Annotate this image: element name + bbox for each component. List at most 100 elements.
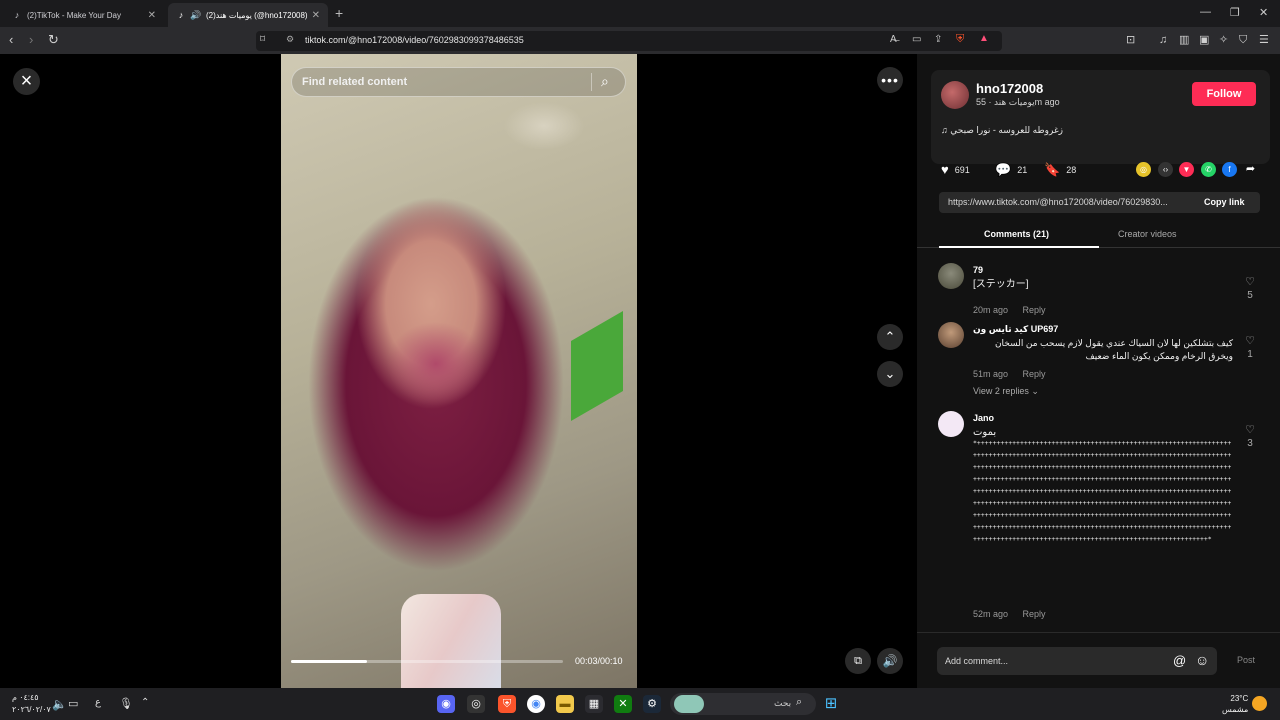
file-explorer-icon[interactable]: ▬ <box>556 695 574 713</box>
comment-like-count: 1 <box>1247 349 1253 360</box>
steam-icon[interactable]: ⚙ <box>643 695 661 713</box>
taskbar-search[interactable]: بحث ⌕ <box>670 693 816 715</box>
video-player[interactable] <box>281 54 637 688</box>
embed-icon[interactable]: ‹› <box>1158 162 1173 177</box>
address-bar[interactable]: ⌑ ⚙ tiktok.com/@hno172008/video/76029830… <box>256 31 1002 51</box>
store-icon[interactable]: ▦ <box>585 695 603 713</box>
browser-tab[interactable]: ♪ (2)TikTok - Make Your Day ✕ <box>4 3 164 27</box>
whatsapp-icon[interactable]: ✆ <box>1201 162 1216 177</box>
send-icon[interactable]: ▼ <box>1179 162 1194 177</box>
volume-icon[interactable]: 🔈 <box>52 697 67 711</box>
speaker-icon[interactable]: 🔊 <box>190 10 201 20</box>
reply-button[interactable]: Reply <box>1023 609 1046 619</box>
minimize-button[interactable]: — <box>1200 6 1211 18</box>
volume-button[interactable]: 🔊 <box>877 648 903 674</box>
menu-icon[interactable]: ☰ <box>1259 32 1269 48</box>
share-link-text[interactable]: https://www.tiktok.com/@hno172008/video/… <box>948 197 1193 207</box>
pip-button[interactable]: ⧉ <box>845 648 871 674</box>
translate-icon[interactable]: A̶ <box>890 34 897 45</box>
window-close-button[interactable]: ✕ <box>1259 6 1268 19</box>
comment-username[interactable]: 79 <box>973 265 983 275</box>
cast-icon[interactable]: ▭ <box>912 34 921 45</box>
windows-start-icon[interactable]: ⊞ <box>822 695 840 713</box>
share-icon[interactable]: ⇪ <box>934 34 942 45</box>
previous-video-button[interactable]: ⌃ <box>877 324 903 350</box>
related-search-box[interactable]: Find related content ⌕ <box>291 67 626 97</box>
language-indicator[interactable]: ع <box>95 697 101 708</box>
comments-list[interactable]: 79 [ステッカー] 20m ago Reply ♡ 5 كيد تايس ون… <box>917 254 1280 630</box>
rewards-icon[interactable]: ▲ <box>979 33 989 44</box>
avatar[interactable] <box>938 263 964 289</box>
back-icon[interactable]: ‹ <box>9 32 13 48</box>
post-button[interactable]: Post <box>1237 655 1255 665</box>
creator-username[interactable]: hno172008 <box>976 81 1043 96</box>
sidebar-icon[interactable]: ▥ <box>1179 32 1189 48</box>
avatar[interactable] <box>941 81 969 109</box>
brave-icon[interactable]: ⛨ <box>498 695 516 713</box>
comment-username[interactable]: Jano <box>973 413 994 423</box>
comment-input[interactable]: Add comment... @ ☺ <box>937 647 1217 675</box>
discord-icon[interactable]: ◉ <box>437 695 455 713</box>
wallet-icon[interactable]: ▣ <box>1199 32 1209 48</box>
more-options-button[interactable]: ••• <box>877 67 903 93</box>
comment-like-button[interactable]: ♡ 5 <box>1243 275 1257 301</box>
comment-item: 79 [ステッカー] 20m ago Reply ♡ 5 <box>938 263 1268 319</box>
copy-link-button[interactable]: Copy link <box>1204 197 1245 207</box>
close-tab-icon[interactable]: ✕ <box>148 10 156 21</box>
comment-like-button[interactable]: ♡ 1 <box>1243 334 1257 360</box>
video-progress-bar[interactable] <box>291 660 563 663</box>
tab-creator-videos[interactable]: Creator videos <box>1118 229 1177 239</box>
vpn-icon[interactable]: ⛉ <box>1239 32 1247 48</box>
site-info-icon[interactable]: ⚙ <box>286 34 294 45</box>
next-video-button[interactable]: ⌄ <box>877 361 903 387</box>
video-frame-detail <box>401 594 501 688</box>
taskbar-search-placeholder: بحث <box>774 698 792 708</box>
microphone-icon[interactable]: 🎙 <box>119 697 133 710</box>
brave-shield-icon[interactable]: ⛨ <box>956 33 964 46</box>
chrome-icon[interactable]: ◉ <box>527 695 545 713</box>
close-viewer-button[interactable]: × <box>13 68 40 95</box>
avatar[interactable] <box>938 322 964 348</box>
comment-button[interactable]: 💬 21 <box>995 162 1027 178</box>
xbox-icon[interactable]: ✕ <box>614 695 632 713</box>
app-icon[interactable]: ◎ <box>467 695 485 713</box>
url-text: tiktok.com/@hno172008/video/760298309937… <box>305 35 524 45</box>
comment-like-count: 3 <box>1247 438 1253 449</box>
search-icon[interactable]: ⌕ <box>601 73 609 90</box>
maximize-button[interactable]: ❐ <box>1230 6 1240 19</box>
close-tab-icon[interactable]: ✕ <box>312 10 320 21</box>
screenshot-icon[interactable]: ⊡ <box>1126 32 1135 48</box>
reply-button[interactable]: Reply <box>1023 305 1046 315</box>
share-more-icon[interactable]: ➦ <box>1243 162 1258 177</box>
music-icon[interactable]: ♫ <box>1159 32 1167 48</box>
view-replies-button[interactable]: View 2 replies ⌄ <box>973 386 1039 397</box>
chevron-up-icon[interactable]: ⌃ <box>141 697 149 708</box>
follow-button[interactable]: Follow <box>1192 82 1256 106</box>
save-button[interactable]: 🔖 28 <box>1044 162 1076 178</box>
leo-ai-icon[interactable]: ✧ <box>1219 32 1228 48</box>
avatar[interactable] <box>938 411 964 437</box>
repost-icon[interactable]: ◎ <box>1136 162 1151 177</box>
network-icon[interactable]: ▭ <box>68 697 78 710</box>
comment-like-button[interactable]: ♡ 3 <box>1243 423 1257 449</box>
new-tab-button[interactable]: + <box>335 5 343 21</box>
taskbar-clock[interactable]: ٠٤:٤٥ م ٢٠٢٦/٠٢/٠٧ <box>12 692 51 716</box>
bookmark-icon[interactable]: ⌑ <box>260 34 265 45</box>
forward-icon[interactable]: › <box>29 32 33 48</box>
comment-username[interactable]: كيد تايس ون UP697 <box>973 324 1058 335</box>
browser-tab-active[interactable]: ♪ 🔊 (2)يوميات هند (@hno172008) ✕ <box>168 3 328 27</box>
heart-outline-icon: ♡ <box>1245 424 1255 436</box>
like-button[interactable]: ♥ 691 <box>941 162 970 177</box>
reply-button[interactable]: Reply <box>1023 369 1046 379</box>
save-count: 28 <box>1066 165 1077 175</box>
mention-icon[interactable]: @ <box>1173 653 1186 668</box>
facebook-icon[interactable]: f <box>1222 162 1237 177</box>
weather-widget[interactable]: 23°C مشمس <box>1222 693 1248 715</box>
tab-comments[interactable]: Comments (21) <box>984 229 1049 239</box>
emoji-icon[interactable]: ☺ <box>1195 652 1209 668</box>
music-info[interactable]: ♫ زغروطه للعروسه - نورا صبحي <box>941 125 1063 136</box>
browser-toolbar: ‹ › ↻ ⌑ ⚙ tiktok.com/@hno172008/video/76… <box>0 27 1280 54</box>
reload-icon[interactable]: ↻ <box>48 32 59 48</box>
comment-like-count: 5 <box>1247 290 1253 301</box>
comment-text: [ステッカー] <box>973 279 1029 290</box>
